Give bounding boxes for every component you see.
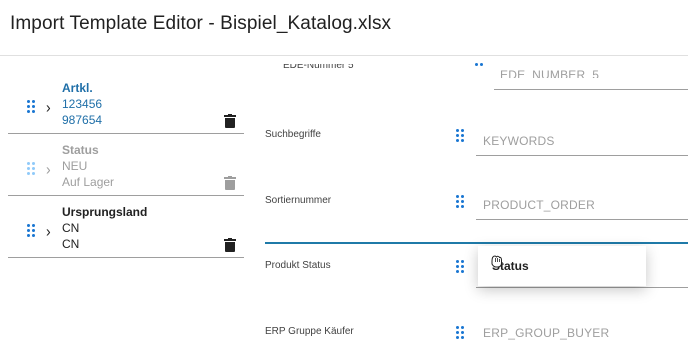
field-label: EDE-Nummer 5	[283, 64, 354, 71]
drag-handle-icon[interactable]	[456, 260, 464, 273]
list-item[interactable]: › Ursprungsland CN CN	[8, 196, 244, 258]
field-label: Sortiernummer	[265, 195, 332, 206]
chevron-right-icon[interactable]: ›	[46, 98, 51, 116]
chevron-right-icon[interactable]: ›	[46, 160, 51, 178]
list-item-value: 123456	[62, 97, 103, 111]
list-item[interactable]: › Status NEU Auf Lager	[8, 134, 244, 196]
drag-handle-icon[interactable]	[27, 162, 35, 175]
field-value: PRODUCT_ORDER	[483, 198, 595, 212]
drag-handle-icon[interactable]	[475, 63, 483, 69]
list-item-text: Status NEU Auf Lager	[62, 142, 114, 190]
field-input[interactable]: PRODUCT_ORDER	[476, 190, 688, 220]
drag-handle-icon[interactable]	[27, 224, 35, 237]
field-value: ERP_GROUP_BUYER	[483, 326, 610, 340]
list-item-value: NEU	[62, 159, 88, 173]
list-item-value: CN	[62, 237, 80, 251]
field-label: Produkt Status	[265, 260, 331, 271]
drop-indicator	[265, 242, 688, 244]
grab-cursor-icon	[491, 255, 502, 268]
drag-handle-icon[interactable]	[27, 100, 35, 113]
trash-icon[interactable]	[224, 238, 236, 252]
trash-icon[interactable]	[224, 176, 236, 190]
field-input[interactable]: KEYWORDS	[476, 126, 688, 156]
field-value: KEYWORDS	[483, 134, 555, 148]
list-item-text: Artkl. 123456 987654	[62, 80, 102, 128]
field-label: ERP Gruppe Käufer	[265, 326, 354, 337]
list-item-text: Ursprungsland CN CN	[62, 204, 147, 252]
list-item-value: CN	[62, 221, 80, 235]
field-value: EDE_NUMBER_5	[500, 68, 600, 78]
drag-preview-card: Status	[478, 246, 646, 286]
app-header: Import Template Editor - Bispiel_Katalog…	[0, 0, 688, 56]
field-label: Suchbegriffe	[265, 129, 321, 140]
list-item-value: Auf Lager	[62, 175, 115, 189]
list-item-title: Ursprungsland	[62, 205, 148, 219]
field-input[interactable]: ERP_GROUP_BUYER	[476, 318, 688, 341]
list-item-value: 987654	[62, 113, 103, 127]
drag-handle-icon[interactable]	[456, 326, 464, 339]
list-item-title: Status	[62, 143, 99, 157]
mapped-columns-list: › Artkl. 123456 987654 › Status NEU Auf …	[8, 72, 244, 258]
chevron-right-icon[interactable]: ›	[46, 222, 51, 240]
trash-icon[interactable]	[224, 114, 236, 128]
drag-handle-icon[interactable]	[456, 129, 464, 142]
list-item[interactable]: › Artkl. 123456 987654	[8, 72, 244, 134]
page-title: Import Template Editor - Bispiel_Katalog…	[10, 13, 392, 34]
field-input[interactable]: EDE_NUMBER_5	[494, 56, 688, 90]
list-item-title: Artkl.	[62, 81, 93, 95]
drag-handle-icon[interactable]	[456, 195, 464, 208]
